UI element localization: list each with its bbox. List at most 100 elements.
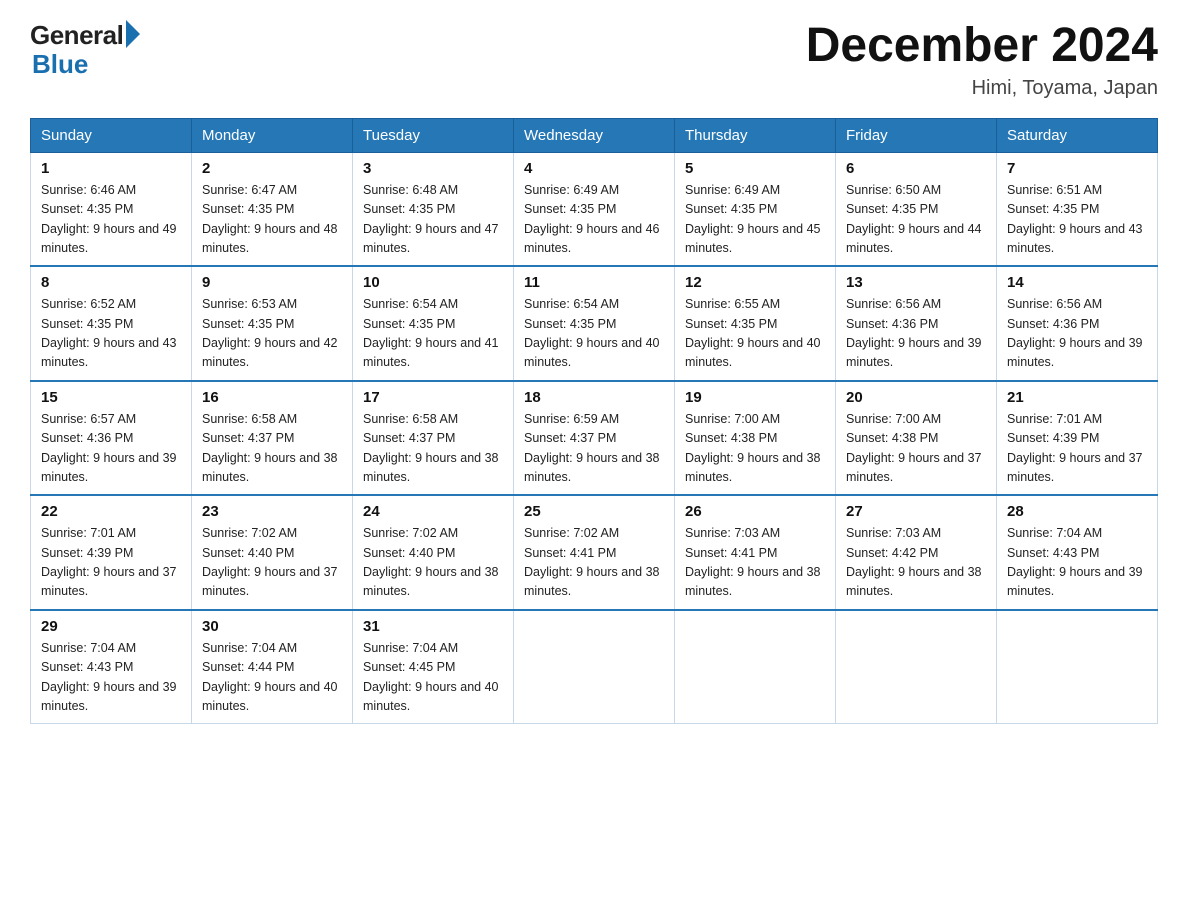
day-number: 1 (41, 160, 181, 177)
calendar-table: SundayMondayTuesdayWednesdayThursdayFrid… (30, 118, 1158, 725)
location-subtitle: Himi, Toyama, Japan (806, 77, 1158, 100)
calendar-cell: 26Sunrise: 7:03 AMSunset: 4:41 PMDayligh… (675, 495, 836, 610)
calendar-cell (836, 610, 997, 724)
calendar-cell: 13Sunrise: 6:56 AMSunset: 4:36 PMDayligh… (836, 266, 997, 381)
day-number: 4 (524, 160, 664, 177)
calendar-cell: 30 Sunrise: 7:04 AMSunset: 4:44 PMDayligh… (192, 610, 353, 724)
calendar-cell: 25Sunrise: 7:02 AMSunset: 4:41 PMDayligh… (514, 495, 675, 610)
month-title: December 2024 (806, 20, 1158, 73)
calendar-cell: 29 Sunrise: 7:04 AMSunset: 4:43 PMDayligh… (31, 610, 192, 724)
day-number: 5 (685, 160, 825, 177)
day-number: 3 (363, 160, 503, 177)
calendar-cell: 12Sunrise: 6:55 AMSunset: 4:35 PMDayligh… (675, 266, 836, 381)
day-number: 6 (846, 160, 986, 177)
day-info: Sunrise: 7:02 AMSunset: 4:40 PMDaylight:… (363, 524, 503, 602)
calendar-cell: 20 Sunrise: 7:00 AMSunset: 4:38 PMDayligh… (836, 381, 997, 496)
header-wednesday: Wednesday (514, 118, 675, 152)
title-block: December 2024 Himi, Toyama, Japan (806, 20, 1158, 100)
calendar-cell: 11Sunrise: 6:54 AMSunset: 4:35 PMDayligh… (514, 266, 675, 381)
calendar-cell: 10 Sunrise: 6:54 AMSunset: 4:35 PMDayligh… (353, 266, 514, 381)
day-info: Sunrise: 7:00 AMSunset: 4:38 PMDaylight:… (685, 410, 825, 488)
day-info: Sunrise: 6:46 AMSunset: 4:35 PMDaylight:… (41, 181, 181, 259)
day-info: Sunrise: 6:58 AMSunset: 4:37 PMDaylight:… (202, 410, 342, 488)
day-info: Sunrise: 7:02 AMSunset: 4:40 PMDaylight:… (202, 524, 342, 602)
header-saturday: Saturday (997, 118, 1158, 152)
day-number: 8 (41, 274, 181, 291)
day-info: Sunrise: 7:04 AMSunset: 4:44 PMDaylight:… (202, 639, 342, 717)
day-number: 20 (846, 389, 986, 406)
calendar-cell: 24Sunrise: 7:02 AMSunset: 4:40 PMDayligh… (353, 495, 514, 610)
day-number: 14 (1007, 274, 1147, 291)
calendar-cell: 28 Sunrise: 7:04 AMSunset: 4:43 PMDayligh… (997, 495, 1158, 610)
logo-triangle-icon (126, 20, 140, 48)
day-info: Sunrise: 6:52 AMSunset: 4:35 PMDaylight:… (41, 295, 181, 373)
calendar-week-row: 29 Sunrise: 7:04 AMSunset: 4:43 PMDayligh… (31, 610, 1158, 724)
calendar-cell: 6 Sunrise: 6:50 AMSunset: 4:35 PMDaylight… (836, 152, 997, 266)
day-number: 28 (1007, 503, 1147, 520)
calendar-cell: 7Sunrise: 6:51 AMSunset: 4:35 PMDaylight… (997, 152, 1158, 266)
calendar-week-row: 22Sunrise: 7:01 AMSunset: 4:39 PMDayligh… (31, 495, 1158, 610)
day-info: Sunrise: 6:56 AMSunset: 4:36 PMDaylight:… (1007, 295, 1147, 373)
calendar-cell: 8 Sunrise: 6:52 AMSunset: 4:35 PMDaylight… (31, 266, 192, 381)
calendar-cell: 3Sunrise: 6:48 AMSunset: 4:35 PMDaylight… (353, 152, 514, 266)
calendar-week-row: 1 Sunrise: 6:46 AMSunset: 4:35 PMDaylight… (31, 152, 1158, 266)
page-header: General Blue December 2024 Himi, Toyama,… (30, 20, 1158, 100)
day-number: 26 (685, 503, 825, 520)
header-sunday: Sunday (31, 118, 192, 152)
day-info: Sunrise: 6:51 AMSunset: 4:35 PMDaylight:… (1007, 181, 1147, 259)
day-number: 10 (363, 274, 503, 291)
day-number: 31 (363, 618, 503, 635)
day-info: Sunrise: 6:57 AMSunset: 4:36 PMDaylight:… (41, 410, 181, 488)
day-info: Sunrise: 7:04 AMSunset: 4:43 PMDaylight:… (1007, 524, 1147, 602)
calendar-cell: 17 Sunrise: 6:58 AMSunset: 4:37 PMDayligh… (353, 381, 514, 496)
header-friday: Friday (836, 118, 997, 152)
day-number: 18 (524, 389, 664, 406)
day-number: 27 (846, 503, 986, 520)
day-number: 19 (685, 389, 825, 406)
day-number: 23 (202, 503, 342, 520)
calendar-cell: 22Sunrise: 7:01 AMSunset: 4:39 PMDayligh… (31, 495, 192, 610)
day-info: Sunrise: 6:59 AMSunset: 4:37 PMDaylight:… (524, 410, 664, 488)
day-info: Sunrise: 6:50 AMSunset: 4:35 PMDaylight:… (846, 181, 986, 259)
logo-blue-text: Blue (32, 49, 88, 80)
day-info: Sunrise: 7:04 AMSunset: 4:43 PMDaylight:… (41, 639, 181, 717)
header-thursday: Thursday (675, 118, 836, 152)
calendar-cell: 16 Sunrise: 6:58 AMSunset: 4:37 PMDayligh… (192, 381, 353, 496)
calendar-cell: 9 Sunrise: 6:53 AMSunset: 4:35 PMDaylight… (192, 266, 353, 381)
day-info: Sunrise: 7:01 AMSunset: 4:39 PMDaylight:… (1007, 410, 1147, 488)
day-number: 29 (41, 618, 181, 635)
day-info: Sunrise: 6:58 AMSunset: 4:37 PMDaylight:… (363, 410, 503, 488)
day-number: 30 (202, 618, 342, 635)
day-info: Sunrise: 6:55 AMSunset: 4:35 PMDaylight:… (685, 295, 825, 373)
calendar-cell: 31 Sunrise: 7:04 AMSunset: 4:45 PMDayligh… (353, 610, 514, 724)
logo: General Blue (30, 20, 140, 80)
calendar-cell: 1 Sunrise: 6:46 AMSunset: 4:35 PMDaylight… (31, 152, 192, 266)
calendar-cell (675, 610, 836, 724)
day-info: Sunrise: 6:49 AMSunset: 4:35 PMDaylight:… (685, 181, 825, 259)
calendar-cell (997, 610, 1158, 724)
calendar-cell: 5 Sunrise: 6:49 AMSunset: 4:35 PMDaylight… (675, 152, 836, 266)
calendar-cell: 18 Sunrise: 6:59 AMSunset: 4:37 PMDayligh… (514, 381, 675, 496)
calendar-cell: 2Sunrise: 6:47 AMSunset: 4:35 PMDaylight… (192, 152, 353, 266)
day-number: 17 (363, 389, 503, 406)
day-number: 2 (202, 160, 342, 177)
header-monday: Monday (192, 118, 353, 152)
calendar-cell: 15Sunrise: 6:57 AMSunset: 4:36 PMDayligh… (31, 381, 192, 496)
day-info: Sunrise: 7:03 AMSunset: 4:42 PMDaylight:… (846, 524, 986, 602)
calendar-week-row: 15Sunrise: 6:57 AMSunset: 4:36 PMDayligh… (31, 381, 1158, 496)
day-number: 22 (41, 503, 181, 520)
calendar-week-row: 8 Sunrise: 6:52 AMSunset: 4:35 PMDaylight… (31, 266, 1158, 381)
day-info: Sunrise: 6:54 AMSunset: 4:35 PMDaylight:… (363, 295, 503, 373)
calendar-cell: 23 Sunrise: 7:02 AMSunset: 4:40 PMDayligh… (192, 495, 353, 610)
calendar-cell: 19 Sunrise: 7:00 AMSunset: 4:38 PMDayligh… (675, 381, 836, 496)
day-number: 16 (202, 389, 342, 406)
day-number: 13 (846, 274, 986, 291)
calendar-cell (514, 610, 675, 724)
day-number: 9 (202, 274, 342, 291)
day-info: Sunrise: 6:49 AMSunset: 4:35 PMDaylight:… (524, 181, 664, 259)
day-info: Sunrise: 7:04 AMSunset: 4:45 PMDaylight:… (363, 639, 503, 717)
day-info: Sunrise: 7:00 AMSunset: 4:38 PMDaylight:… (846, 410, 986, 488)
day-info: Sunrise: 6:53 AMSunset: 4:35 PMDaylight:… (202, 295, 342, 373)
logo-general-text: General (30, 20, 123, 51)
day-info: Sunrise: 6:54 AMSunset: 4:35 PMDaylight:… (524, 295, 664, 373)
